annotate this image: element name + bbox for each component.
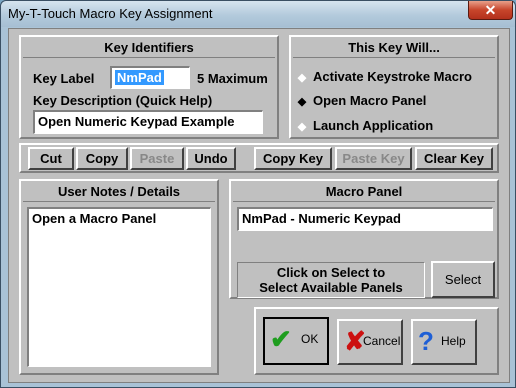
key-label-input[interactable]: NmPad [110,66,190,89]
user-notes-text: Open a Macro Panel [32,211,157,226]
dialog-window: My-T-Touch Macro Key Assignment ✕ Key Id… [0,0,516,388]
macro-panel-value: NmPad - Numeric Keypad [242,211,401,226]
help-button[interactable]: ? Help [411,319,477,365]
radio-label: Open Macro Panel [313,93,427,108]
ok-label: OK [301,332,319,346]
select-button[interactable]: Select [431,261,495,298]
description-caption: Key Description (Quick Help) [33,93,213,108]
select-hint-line2: Select Available Panels [259,280,403,295]
undo-button[interactable]: Undo [186,147,236,170]
paste-button[interactable]: Paste [130,147,184,170]
key-identifiers-heading: Key Identifiers [23,39,275,58]
paste-key-button[interactable]: Paste Key [335,147,412,170]
description-value: Open Numeric Keypad Example [38,114,235,129]
this-key-will-panel: This Key Will... ◆ Activate Keystroke Mac… [289,35,499,139]
key-label-value: NmPad [115,70,164,85]
question-icon: ? [418,326,434,356]
radio-label: Activate Keystroke Macro [313,69,472,84]
ok-button[interactable]: ✔ OK [263,317,329,365]
radio-dot-icon: ◆ [297,121,307,133]
radio-dot-selected-icon: ◆ [297,96,307,108]
client-area: Key Identifiers Key Label NmPad 5 Maximu… [8,28,510,383]
description-input[interactable]: Open Numeric Keypad Example [33,110,263,134]
radio-open-macro-panel[interactable]: ◆ Open Macro Panel [297,93,427,108]
max-length-note: 5 Maximum [197,71,268,86]
macro-panel-input[interactable]: NmPad - Numeric Keypad [237,207,493,231]
select-hint-box: Click on Select to Select Available Pane… [237,262,425,298]
user-notes-panel: User Notes / Details Open a Macro Panel [19,179,219,375]
close-button[interactable]: ✕ [468,1,513,20]
copy-button[interactable]: Copy [76,147,128,170]
cut-button[interactable]: Cut [28,147,74,170]
window-title: My-T-Touch Macro Key Assignment [8,6,213,21]
radio-label: Launch Application [313,118,434,133]
help-label: Help [441,334,466,348]
radio-dot-icon: ◆ [297,72,307,84]
key-identifiers-panel: Key Identifiers Key Label NmPad 5 Maximu… [19,35,279,139]
radio-activate-keystroke-macro[interactable]: ◆ Activate Keystroke Macro [297,69,472,84]
edit-toolbar: Cut Copy Paste Undo Copy Key Paste Key C… [19,143,499,173]
close-icon: ✕ [484,2,497,18]
user-notes-textarea[interactable]: Open a Macro Panel [27,207,211,367]
cancel-button[interactable]: ✘ Cancel [337,319,403,365]
clear-key-button[interactable]: Clear Key [415,147,493,170]
copy-key-button[interactable]: Copy Key [254,147,332,170]
check-icon: ✔ [270,324,292,354]
key-label-caption: Key Label [33,71,95,86]
cancel-label: Cancel [363,334,401,348]
radio-launch-application[interactable]: ◆ Launch Application [297,118,433,133]
macro-panel-group: Macro Panel NmPad - Numeric Keypad Click… [229,179,499,299]
macro-panel-heading: Macro Panel [233,183,495,202]
title-bar[interactable]: My-T-Touch Macro Key Assignment ✕ [1,1,515,27]
select-hint-line1: Click on Select to [276,265,386,280]
dialog-buttons-panel: ✔ OK ✘ Cancel ? Help [254,307,499,375]
this-key-will-heading: This Key Will... [293,39,495,58]
user-notes-heading: User Notes / Details [23,183,215,202]
